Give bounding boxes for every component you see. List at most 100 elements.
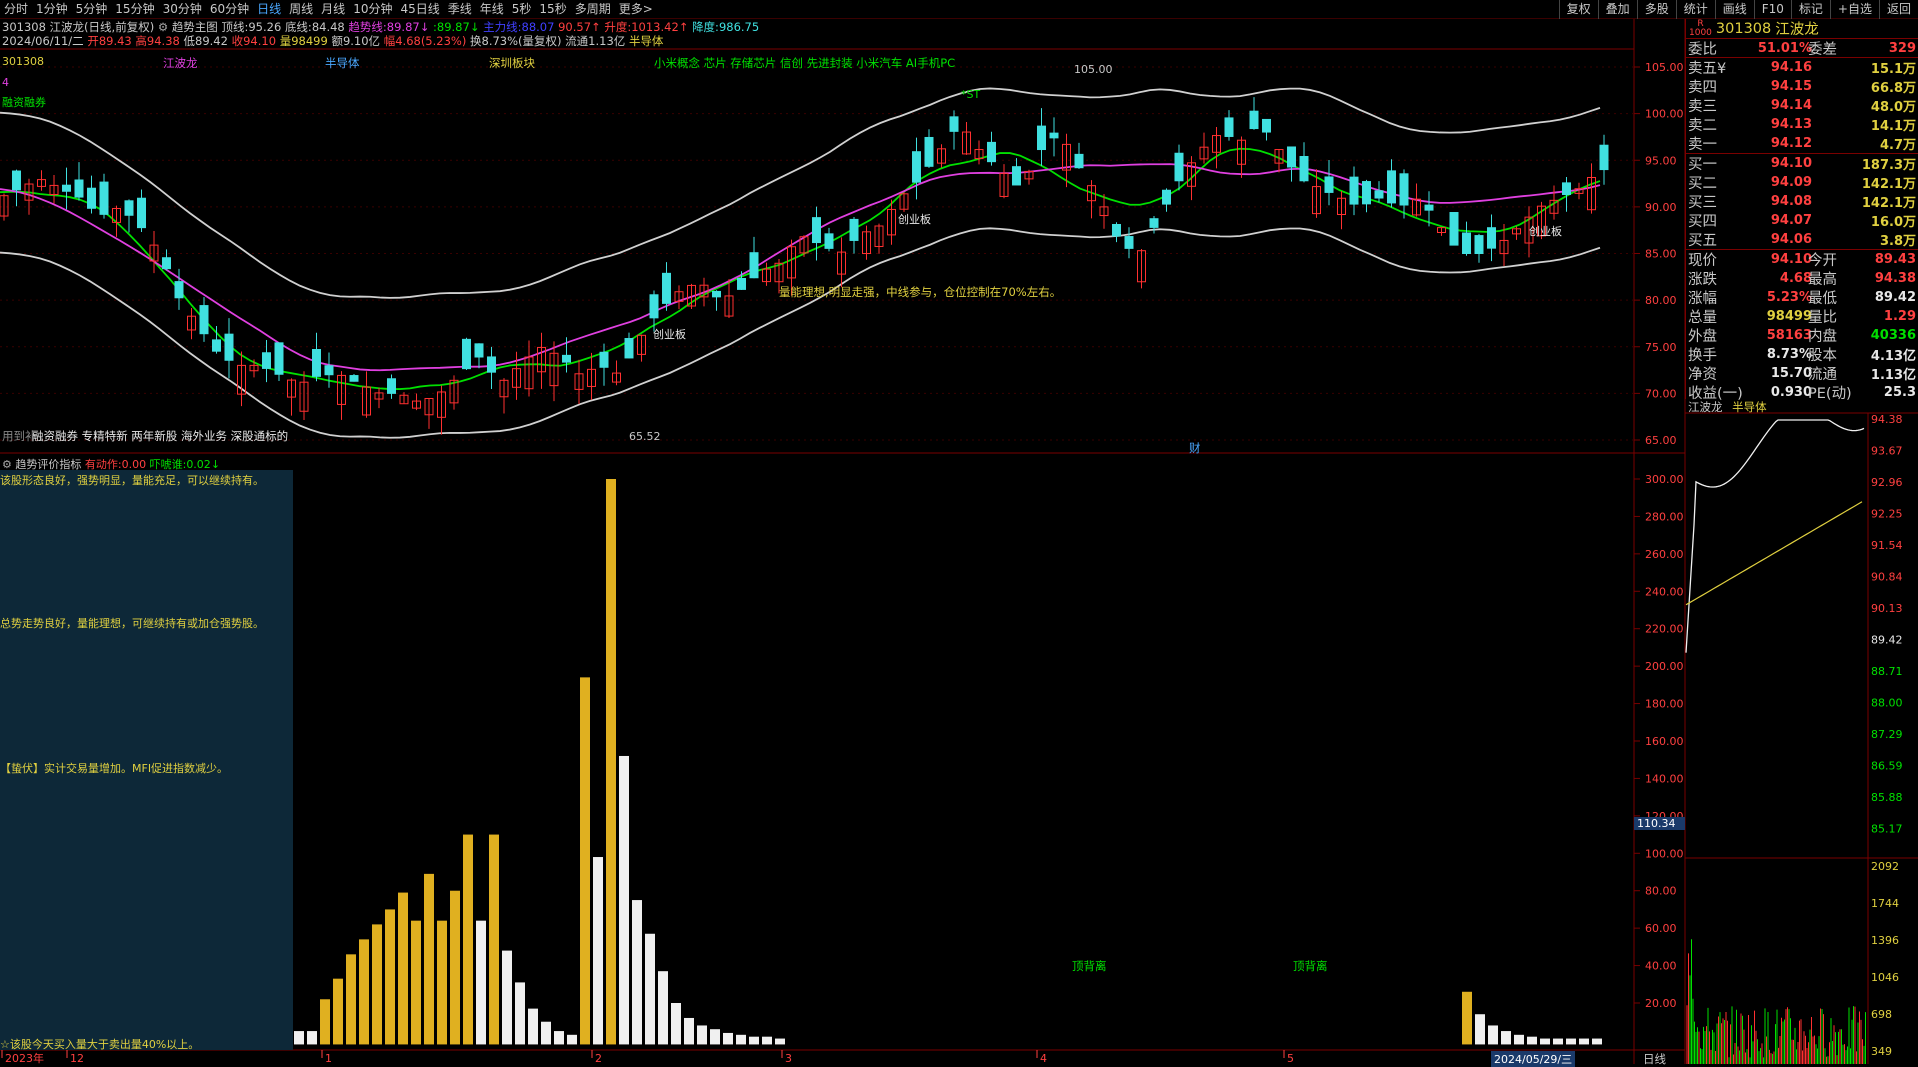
tab-period-16[interactable]: 更多> [615, 0, 657, 19]
tab-period-10[interactable]: 45日线 [396, 0, 443, 19]
tool-button-5[interactable]: F10 [1753, 0, 1791, 19]
high-mark: 105.00 [1074, 63, 1113, 76]
candle-body [687, 284, 696, 307]
candle-body [399, 394, 409, 405]
candle-body [1362, 181, 1371, 205]
volume-bar [346, 954, 356, 1045]
ask-label: 卖三 [1688, 99, 1717, 115]
candle-body [787, 246, 796, 279]
tab-period-1[interactable]: 1分钟 [32, 0, 72, 19]
gear-icon[interactable]: ⚙ [158, 20, 168, 34]
y-tick-label: 90.00 [1645, 201, 1677, 214]
lower-band-line [0, 227, 1601, 439]
cursor-value: 110.34 [1634, 817, 1685, 830]
tool-button-2[interactable]: 多股 [1636, 0, 1676, 19]
tool-button-0[interactable]: 复权 [1558, 0, 1598, 19]
tab-period-15[interactable]: 多周期 [571, 0, 615, 19]
ask-vol: 15.1万 [1870, 62, 1916, 77]
candle-body [524, 356, 534, 390]
volume-bar [1501, 1031, 1511, 1045]
candle-body [212, 339, 221, 352]
tab-period-12[interactable]: 年线 [476, 0, 508, 19]
intraday-vol-label: 1744 [1871, 897, 1899, 910]
candle-body [74, 179, 84, 198]
candle-body [149, 244, 159, 262]
tool-button-8[interactable]: 返回 [1878, 0, 1918, 19]
ask-row-3[interactable]: 卖二 94.13 14.1万 [1686, 115, 1918, 134]
tab-period-2[interactable]: 5分钟 [72, 0, 112, 19]
high: 高94.38 [135, 34, 180, 48]
tab-period-8[interactable]: 月线 [317, 0, 349, 19]
tab-period-5[interactable]: 60分钟 [206, 0, 253, 19]
bid-row-0[interactable]: 买一 94.10 187.3万 [1686, 154, 1918, 173]
tool-button-6[interactable]: 标记 [1790, 0, 1830, 19]
intraday-price-label: 89.42 [1871, 634, 1903, 647]
tab-period-14[interactable]: 15秒 [535, 0, 570, 19]
tab-period-13[interactable]: 5秒 [508, 0, 536, 19]
stat-row-4: 外盘 58163 内盘 40336 [1686, 326, 1918, 345]
volume-bar [593, 857, 603, 1045]
candle-body [774, 262, 784, 283]
ask-row-2[interactable]: 卖三 94.14 48.0万 [1686, 96, 1918, 115]
volume-bar [437, 920, 447, 1045]
tool-button-3[interactable]: 统计 [1675, 0, 1715, 19]
candle-body [1037, 125, 1046, 151]
volume-bar [398, 892, 408, 1045]
y-tick-label: 85.00 [1645, 248, 1677, 261]
y-tick-label: 70.00 [1645, 387, 1677, 400]
tab-period-6[interactable]: 日线 [253, 0, 285, 19]
tab-period-7[interactable]: 周线 [285, 0, 317, 19]
tool-button-7[interactable]: +自选 [1829, 0, 1879, 19]
candle-body [1162, 189, 1171, 205]
volume-bar [684, 1017, 694, 1045]
x-axis-period[interactable]: 日线 [1643, 1051, 1666, 1067]
tab-period-3[interactable]: 15分钟 [111, 0, 158, 19]
bid-row-2[interactable]: 买三 94.08 142.1万 [1686, 192, 1918, 211]
wealth-mark[interactable]: 财 [1189, 440, 1201, 456]
bid-row-4[interactable]: 买五 94.06 3.8万 [1686, 230, 1918, 249]
tab-period-11[interactable]: 季线 [444, 0, 476, 19]
candle-body [12, 170, 21, 191]
bid-row-3[interactable]: 买四 94.07 16.0万 [1686, 211, 1918, 230]
volume-bar [320, 999, 330, 1045]
top-value: 95.26 [248, 20, 282, 34]
candle-body [1062, 143, 1071, 171]
sub-y-tick-label: 180.00 [1645, 698, 1684, 711]
volume-bar [645, 933, 655, 1045]
tool-button-1[interactable]: 叠加 [1597, 0, 1637, 19]
tab-period-4[interactable]: 30分钟 [159, 0, 206, 19]
top-label: 顶线: [221, 20, 249, 34]
bid-vol: 16.0万 [1870, 215, 1916, 230]
x-tick-label: 4 [1040, 1052, 1047, 1064]
weibi-value: 51.01% [1757, 40, 1812, 56]
tab-period-9[interactable]: 10分钟 [349, 0, 396, 19]
tool-button-4[interactable]: 画线 [1714, 0, 1754, 19]
candle-body [249, 364, 259, 372]
candle-body [837, 251, 846, 275]
volume-bar [359, 939, 369, 1045]
ask-row-1[interactable]: 卖四 94.15 66.8万 [1686, 77, 1918, 96]
x-tick-label: 12 [70, 1052, 84, 1064]
candle-body [1587, 177, 1596, 211]
candle-body [162, 257, 171, 270]
ask-row-4[interactable]: 卖一 94.12 4.7万 [1686, 134, 1918, 153]
sub-y-tick-label: 260.00 [1645, 548, 1684, 561]
volume-bar [567, 1034, 577, 1045]
candle-body [62, 184, 71, 192]
stat-value-b: 40336 [1870, 328, 1916, 343]
date: 2024/06/11/二 [2, 34, 84, 48]
ask-vol: 48.0万 [1870, 100, 1916, 115]
indicator-name[interactable]: 趋势主图 [172, 20, 218, 34]
volume-bar [294, 1031, 304, 1045]
tab-period-0[interactable]: 分时 [0, 0, 32, 19]
candle-body [762, 268, 771, 283]
candle-body [724, 295, 734, 317]
ask-row-0[interactable]: 卖五¥ 94.16 15.1万 [1686, 58, 1918, 77]
candle-body [112, 208, 121, 223]
main-value: 88.07 [521, 20, 555, 34]
st-label: *ST [961, 88, 981, 101]
candle-body [412, 400, 421, 409]
stat-value-b: 89.43 [1874, 252, 1916, 267]
turnover: 换8.73%(量复权) [470, 34, 562, 48]
bid-row-1[interactable]: 买二 94.09 142.1万 [1686, 173, 1918, 192]
